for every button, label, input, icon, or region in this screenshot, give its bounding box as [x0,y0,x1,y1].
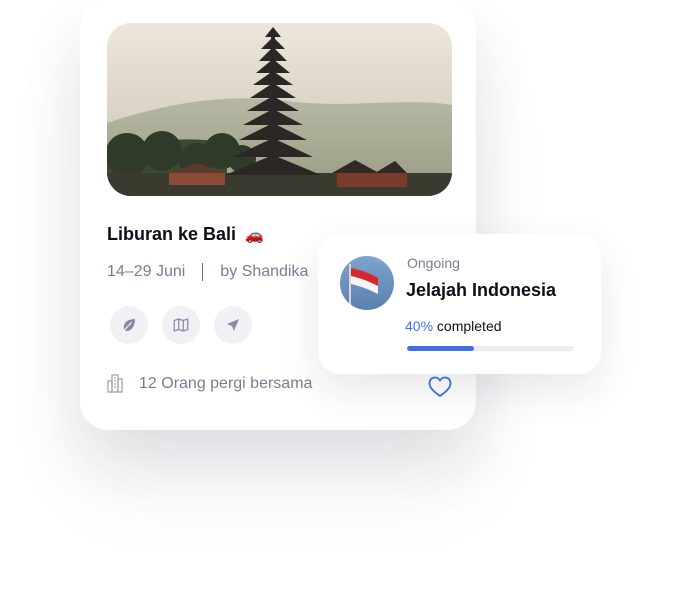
favorite-button[interactable] [427,374,453,400]
heart-icon [428,376,452,397]
participants-row: 12 Orang pergi bersama [107,374,312,393]
leaf-icon [122,319,135,333]
navigation-arrow-icon [227,319,239,331]
leaf-button[interactable] [110,306,148,344]
indonesia-flag-icon [340,256,394,310]
status-label: Ongoing [407,255,460,271]
progress-card[interactable]: Ongoing Jelajah Indonesia 40% completed [318,234,601,374]
trip-dates: 14–29 Juni [107,263,186,280]
participants-text: 12 Orang pergi bersama [139,374,313,392]
building-icon [107,374,123,393]
progress-bar [407,346,574,351]
navigation-button[interactable] [214,306,252,344]
trip-meta: 14–29 Juni by Shandika [107,262,308,282]
trip-title-text: Liburan ke Bali [107,224,237,244]
map-icon [173,318,189,332]
progress-bar-fill [407,346,474,351]
journey-title: Jelajah Indonesia [406,280,557,300]
progress-percent: 40% [405,318,434,334]
trip-photo [107,23,452,196]
progress-completed-label: completed [433,318,502,334]
stage: Liburan ke Bali 🚗 14–29 Juni by Shandika [0,0,681,612]
trip-author: by Shandika [220,263,309,280]
car-emoji-icon: 🚗 [245,227,264,244]
trip-actions [110,306,252,344]
meta-divider [202,263,204,281]
progress-text: 40% completed [405,318,502,334]
trip-title: Liburan ke Bali 🚗 [107,224,264,245]
map-button[interactable] [162,306,200,344]
